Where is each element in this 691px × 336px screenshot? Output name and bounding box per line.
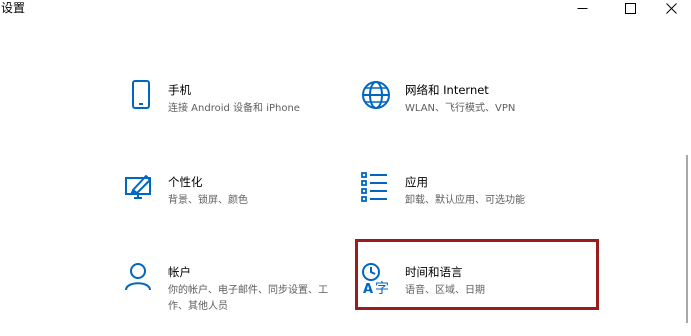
tile-apps-name: 应用	[405, 175, 428, 189]
maximize-button[interactable]	[610, 0, 650, 16]
scrollbar[interactable]	[686, 155, 688, 323]
tile-personalization[interactable]: 个性化 背景、锁屏、颜色	[124, 172, 384, 232]
tile-personalization-name: 个性化	[168, 175, 203, 189]
minimize-icon	[577, 7, 587, 9]
tile-phone-desc: 连接 Android 设备和 iPhone	[168, 103, 300, 114]
minimize-button[interactable]	[562, 0, 602, 16]
tile-time-language[interactable]: A 字 时间和语言 语音、区域、日期	[361, 262, 621, 322]
tile-network-desc: WLAN、飞行模式、VPN	[405, 103, 516, 114]
svg-text:字: 字	[375, 281, 389, 297]
phone-icon	[132, 80, 150, 109]
time-language-icon: A 字	[362, 263, 389, 297]
svg-text:A: A	[363, 282, 373, 297]
person-icon	[125, 263, 151, 291]
tile-time-language-desc: 语音、区域、日期	[405, 285, 485, 296]
window-title: 设置	[1, 1, 26, 15]
tile-phone-name: 手机	[168, 83, 191, 97]
maximize-icon	[624, 2, 636, 14]
apps-list-icon	[361, 172, 387, 202]
tile-network[interactable]: 网络和 Internet WLAN、飞行模式、VPN	[361, 80, 621, 140]
globe-icon	[362, 81, 390, 109]
tile-apps-desc: 卸载、默认应用、可选功能	[405, 195, 525, 206]
tile-network-name: 网络和 Internet	[405, 83, 489, 97]
close-icon	[665, 2, 677, 14]
tile-time-language-name: 时间和语言	[405, 265, 463, 279]
tile-phone[interactable]: 手机 连接 Android 设备和 iPhone	[124, 80, 384, 140]
tile-personalization-desc: 背景、锁屏、颜色	[168, 195, 248, 206]
settings-window: 设置 手机 连接 Android 设备和 iPhone 网络和 Internet…	[0, 0, 691, 336]
tile-apps[interactable]: 应用 卸载、默认应用、可选功能	[361, 172, 621, 232]
close-button[interactable]	[651, 0, 691, 16]
personalization-icon	[125, 175, 151, 199]
tile-accounts-desc: 你的帐户、电子邮件、同步设置、工作、其他人员	[168, 285, 328, 312]
tile-accounts[interactable]: 帐户 你的帐户、电子邮件、同步设置、工作、其他人员	[124, 262, 384, 322]
tile-accounts-name: 帐户	[168, 265, 191, 279]
